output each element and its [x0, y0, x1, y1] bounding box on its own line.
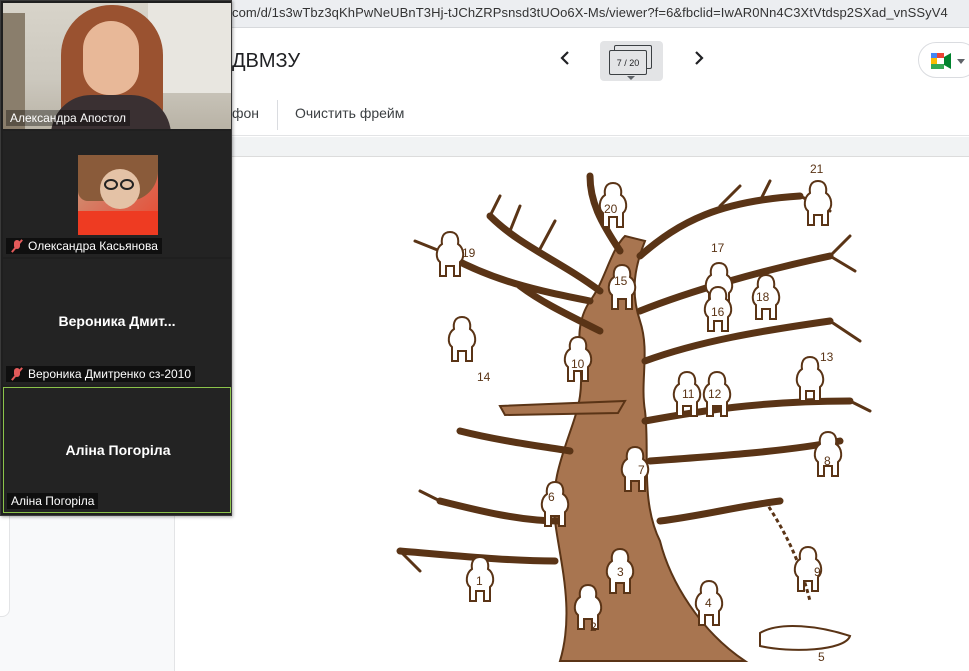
- figure-label: 2: [590, 620, 597, 634]
- blob-tree-illustration: 1 2 3 4 5 6 7 8 9 10 11 12 13 14 15 16 1: [396, 162, 872, 664]
- slide-picker-button[interactable]: 7 / 20: [600, 41, 663, 81]
- participant-tile[interactable]: Александра Апостол: [3, 3, 231, 129]
- figure-label: 20: [604, 202, 618, 216]
- slide-canvas[interactable]: 1 2 3 4 5 6 7 8 9 10 11 12 13 14 15 16 1: [175, 156, 969, 671]
- zoom-gallery-panel[interactable]: Александра Апостол Олександра Касьянова …: [0, 0, 232, 516]
- figure-label: 5: [818, 650, 825, 664]
- figure-label: 7: [638, 463, 645, 477]
- clear-frame-button[interactable]: Очистить фрейм: [295, 105, 404, 121]
- figure-label: 21: [810, 162, 824, 176]
- participant-name-text: Аліна Погоріла: [11, 494, 95, 508]
- muted-mic-icon: [10, 367, 24, 381]
- figure-label: 1: [476, 574, 483, 588]
- figure-label: 9: [814, 565, 821, 579]
- figure-label: 13: [820, 350, 834, 364]
- figure-label: 10: [571, 357, 585, 371]
- figure-label: 15: [614, 274, 628, 288]
- chevron-left-icon: [560, 51, 569, 65]
- participant-display-name: Вероника Дмит...: [58, 313, 176, 329]
- participant-name: Аліна Погоріла: [7, 493, 99, 509]
- screen: com/d/1s3wTbz3qKhPwNeUBnT3Hj-tJChZRPsnsd…: [0, 0, 969, 671]
- figure-label: 17: [711, 241, 725, 255]
- next-slide-button[interactable]: [687, 46, 711, 70]
- participant-tile[interactable]: Вероника Дмит... Вероника Дмитренко сз-2…: [3, 259, 231, 385]
- toolbar-divider: [277, 100, 278, 130]
- figure-label: 14: [477, 370, 491, 384]
- participant-video: [78, 155, 158, 235]
- meet-present-button[interactable]: [918, 42, 969, 78]
- background-button[interactable]: фон: [232, 105, 259, 121]
- figure-label: 3: [617, 565, 624, 579]
- figure-label: 11: [682, 387, 695, 401]
- figure-label: 4: [705, 596, 712, 610]
- dropdown-arrow-icon: [957, 59, 965, 64]
- participant-tile-active-speaker[interactable]: Аліна Погоріла Аліна Погоріла: [3, 387, 231, 513]
- participant-name: Вероника Дмитренко сз-2010: [6, 366, 196, 382]
- figure-label: 19: [462, 246, 476, 260]
- google-meet-icon: [931, 53, 951, 69]
- caret-down-icon: [627, 76, 635, 80]
- participant-name: Александра Апостол: [6, 110, 130, 126]
- participant-name-text: Вероника Дмитренко сз-2010: [28, 367, 192, 381]
- figure-label: 16: [711, 305, 725, 319]
- participant-display-name: Аліна Погоріла: [65, 442, 171, 458]
- participant-name-text: Александра Апостол: [10, 111, 126, 125]
- participant-name: Олександра Касьянова: [6, 238, 162, 254]
- figure-label: 18: [756, 290, 770, 304]
- chevron-right-icon: [695, 51, 704, 65]
- document-title[interactable]: ДВМЗУ: [232, 50, 300, 73]
- muted-mic-icon: [10, 239, 24, 253]
- figure-label: 12: [708, 387, 722, 401]
- participant-tile[interactable]: Олександра Касьянова: [3, 131, 231, 257]
- figure-label: 8: [824, 454, 831, 468]
- slide-counter-label: 7 / 20: [609, 50, 647, 75]
- url-text[interactable]: com/d/1s3wTbz3qKhPwNeUBnT3Hj-tJChZRPsnsd…: [232, 5, 948, 20]
- figure-label: 6: [548, 490, 555, 504]
- participant-name-text: Олександра Касьянова: [28, 239, 158, 253]
- previous-slide-button[interactable]: [553, 46, 577, 70]
